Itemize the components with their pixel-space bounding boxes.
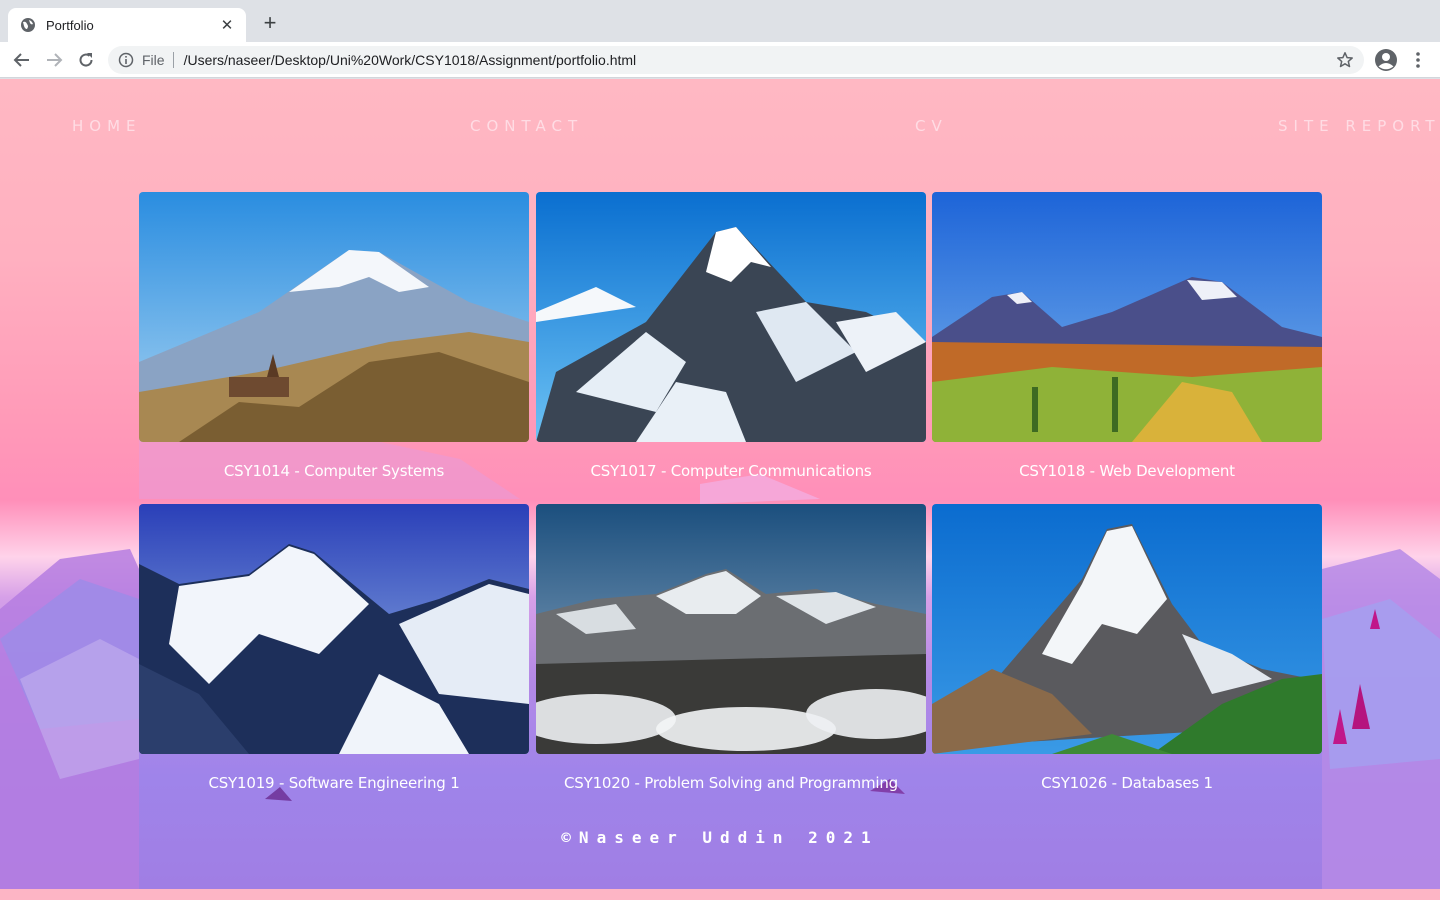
nav-link-contact[interactable]: CONTACT — [470, 117, 583, 135]
module-card-csy1017[interactable]: CSY1017 - Computer Communications — [536, 192, 926, 480]
new-tab-button[interactable]: + — [258, 12, 282, 36]
url-separator — [172, 52, 174, 68]
browser-menu-button[interactable] — [1408, 48, 1428, 72]
page-viewport: HOME CONTACT CV SITE REPORT CSY1014 - Co… — [0, 79, 1440, 889]
module-card-csy1019[interactable]: CSY1019 - Software Engineering 1 — [139, 504, 529, 792]
module-card-csy1014[interactable]: CSY1014 - Computer Systems — [139, 192, 529, 480]
footer-copyright: ©Naseer Uddin 2021 — [561, 828, 879, 847]
kebab-menu-icon — [1416, 52, 1420, 68]
module-card-csy1026[interactable]: CSY1026 - Databases 1 — [932, 504, 1322, 792]
close-tab-icon[interactable]: ✕ — [218, 16, 236, 34]
reload-button[interactable] — [74, 48, 98, 72]
mountain-photo[interactable] — [139, 192, 529, 442]
module-caption[interactable]: CSY1026 - Databases 1 — [932, 774, 1322, 792]
address-bar[interactable]: File /Users/naseer/Desktop/Uni%20Work/CS… — [108, 46, 1364, 74]
reload-icon — [79, 53, 93, 67]
module-caption[interactable]: CSY1018 - Web Development — [932, 462, 1322, 480]
globe-icon — [21, 18, 35, 32]
nav-link-site-report[interactable]: SITE REPORT — [1278, 117, 1440, 135]
browser-tabstrip: Portfolio ✕ + — [0, 0, 1440, 42]
mountain-photo[interactable] — [139, 504, 529, 754]
bookmark-star-icon[interactable] — [1336, 51, 1354, 69]
info-icon[interactable] — [118, 52, 134, 68]
url-scheme: File — [142, 52, 165, 68]
nav-link-cv[interactable]: CV — [915, 117, 948, 135]
mountain-photo[interactable] — [536, 504, 926, 754]
url-text[interactable]: /Users/naseer/Desktop/Uni%20Work/CSY1018… — [184, 52, 637, 68]
mountain-photo[interactable] — [932, 192, 1322, 442]
forward-arrow-icon — [47, 53, 63, 67]
browser-tab[interactable]: Portfolio ✕ — [8, 8, 246, 42]
back-button[interactable] — [10, 48, 34, 72]
browser-toolbar: File /Users/naseer/Desktop/Uni%20Work/CS… — [0, 42, 1440, 78]
module-caption[interactable]: CSY1020 - Problem Solving and Programmin… — [536, 774, 926, 792]
module-card-csy1018[interactable]: CSY1018 - Web Development — [932, 192, 1322, 480]
module-caption[interactable]: CSY1017 - Computer Communications — [536, 462, 926, 480]
page-bottom-strip — [0, 889, 1440, 900]
module-caption[interactable]: CSY1014 - Computer Systems — [139, 462, 529, 480]
mountain-photo[interactable] — [932, 504, 1322, 754]
module-caption[interactable]: CSY1019 - Software Engineering 1 — [139, 774, 529, 792]
tab-title: Portfolio — [46, 17, 94, 33]
nav-link-home[interactable]: HOME — [72, 117, 142, 135]
back-arrow-icon — [13, 53, 29, 67]
forward-button[interactable] — [42, 48, 66, 72]
module-gallery: CSY1014 - Computer Systems CSY1017 - Com… — [139, 192, 1322, 812]
mountain-photo[interactable] — [536, 192, 926, 442]
profile-avatar-icon[interactable] — [1373, 47, 1399, 73]
module-card-csy1020[interactable]: CSY1020 - Problem Solving and Programmin… — [536, 504, 926, 792]
